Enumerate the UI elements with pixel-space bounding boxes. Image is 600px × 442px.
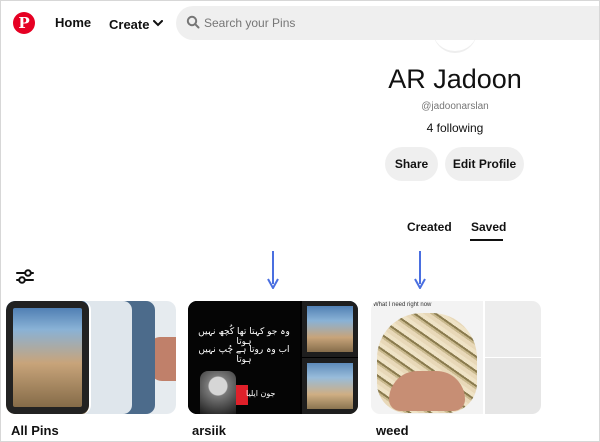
active-tab-indicator <box>470 239 503 241</box>
search-input[interactable]: Search your Pins <box>204 16 295 30</box>
board-thumbnail <box>302 301 358 357</box>
filter-sliders-icon[interactable] <box>16 269 34 290</box>
board-cover-image: وہ جو کہتا تھا کُچھ نہیں ہوتا اب وہ روتا… <box>188 301 300 414</box>
board-thumbnail <box>302 358 358 414</box>
portrait-image <box>200 371 236 414</box>
board-thumbnail-empty <box>485 301 541 357</box>
home-button[interactable]: Home <box>55 15 91 30</box>
following-count[interactable]: 4 following <box>355 121 555 135</box>
board-thumbnail-empty <box>485 358 541 414</box>
chevron-down-icon <box>153 15 164 30</box>
pin-caption: What I need right now <box>373 302 432 308</box>
share-button[interactable]: Share <box>385 147 438 181</box>
create-label: Create <box>109 17 150 32</box>
board-cover-image <box>6 301 91 414</box>
arrow-down-icon <box>414 251 426 294</box>
pinterest-logo-icon[interactable]: P <box>13 12 35 34</box>
board-arsiik[interactable]: وہ جو کہتا تھا کُچھ نہیں ہوتا اب وہ روتا… <box>188 301 358 414</box>
profile-name: AR Jadoon <box>388 64 522 94</box>
pin-signature: جون ایلیا <box>246 389 276 398</box>
board-weed[interactable]: What I need right now <box>371 301 541 414</box>
pin-text: اب وہ روتا ہے چُپ نہیں ہوتا <box>198 345 290 365</box>
tab-saved[interactable]: Saved <box>471 220 506 234</box>
board-all-pins[interactable] <box>6 301 176 414</box>
tab-created[interactable]: Created <box>407 220 452 234</box>
edit-profile-button[interactable]: Edit Profile <box>445 147 524 181</box>
board-cover-image: What I need right now <box>371 301 483 414</box>
board-title[interactable]: weed <box>376 423 409 438</box>
create-menu-button[interactable]: Create <box>109 15 164 32</box>
arrow-down-icon <box>267 251 279 294</box>
search-bar[interactable]: Search your Pins <box>176 6 599 40</box>
pin-text: وہ جو کہتا تھا کُچھ نہیں ہوتا <box>198 327 290 347</box>
pin-photo-hand <box>389 371 465 411</box>
board-title[interactable]: All Pins <box>11 423 59 438</box>
pinterest-profile-page: P Home Create Search your Pins AR Jadoon… <box>0 0 600 442</box>
board-title[interactable]: arsiik <box>192 423 226 438</box>
top-navigation-bar: P Home Create Search your Pins <box>1 1 599 45</box>
profile-handle: @jadoonarslan <box>421 101 489 112</box>
search-icon <box>186 15 200 34</box>
avatar[interactable] <box>433 31 477 53</box>
